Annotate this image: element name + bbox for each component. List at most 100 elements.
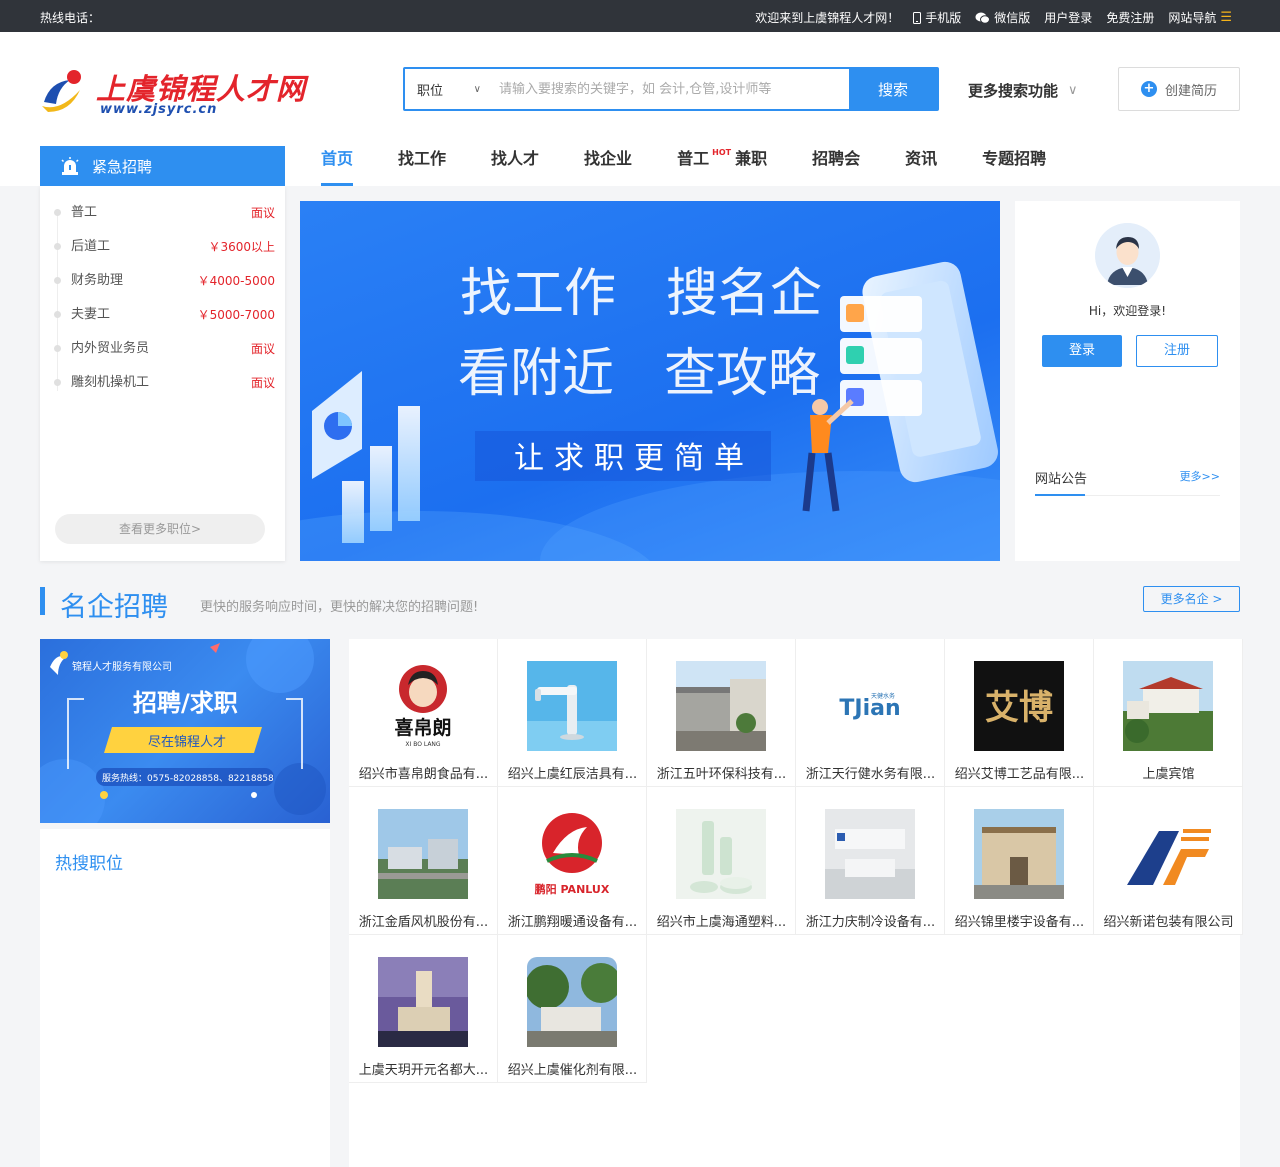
more-jobs-button[interactable]: 查看更多职位> — [55, 514, 265, 544]
company-card[interactable]: 喜帛朗 XI BO LANG 绍兴市喜帛朗食品有... — [349, 639, 498, 787]
nav-label: 找企业 — [584, 149, 633, 168]
notice-tab[interactable]: 网站公告 — [1035, 468, 1087, 487]
company-name: 绍兴上虞红辰洁具有... — [507, 767, 638, 782]
company-card[interactable]: TJian 天健水务 浙江天行健水务有限... — [796, 639, 945, 787]
nav-label: 首页 — [321, 149, 354, 168]
company-name: 绍兴市上虞海通塑料... — [656, 915, 787, 930]
chevron-down-icon: ∨ — [473, 83, 481, 95]
promo-hotline: 服务热线：0575-82028858、82218858 — [102, 772, 274, 784]
nav-item-general-worker[interactable]: 普工 HOT — [658, 144, 733, 186]
logo-subtext: 天健水务 — [871, 692, 895, 700]
urgent-header: 紧急招聘 — [40, 146, 285, 186]
company-logo — [378, 809, 468, 899]
nav-label: 资讯 — [905, 149, 938, 168]
company-logo — [1123, 661, 1213, 751]
notice-more-link[interactable]: 更多>> — [1180, 468, 1220, 484]
company-logo: TJian 天健水务 — [825, 661, 915, 751]
company-name: 上虞宾馆 — [1142, 767, 1195, 782]
company-card[interactable]: 绍兴上虞催化剂有限... — [498, 935, 647, 1083]
login-button[interactable]: 登录 — [1042, 335, 1122, 367]
company-name: 绍兴艾博工艺品有限... — [954, 767, 1085, 782]
company-card[interactable]: 绍兴锦里楼宇设备有... — [945, 787, 1094, 935]
urgent-job-item[interactable]: 内外贸业务员 面议 — [54, 332, 275, 366]
nav-item-news[interactable]: 资讯 — [886, 144, 956, 186]
job-title: 内外贸业务员 — [71, 341, 150, 356]
company-name: 浙江天行健水务有限... — [805, 767, 936, 782]
company-logo — [378, 957, 468, 1047]
urgent-job-list: 普工 面议 后道工 ￥3600以上 财务助理 ￥4000-5000 夫妻工 ￥5000-… — [54, 196, 275, 400]
free-register-link[interactable]: 免费注册 — [1106, 9, 1154, 26]
site-nav-link[interactable]: 网站导航 ☰ — [1168, 9, 1232, 26]
urgent-panel: 普工 面议 后道工 ￥3600以上 财务助理 ￥4000-5000 夫妻工 ￥5000-… — [40, 186, 285, 561]
search-input[interactable] — [493, 69, 849, 109]
company-card[interactable]: 上虞天玥开元名都大... — [349, 935, 498, 1083]
site-logo[interactable]: 上虞锦程人才网 www.zjsyrc.cn — [40, 66, 330, 117]
create-resume-button[interactable]: + 创建简历 — [1118, 67, 1240, 111]
promo-headline: 招聘/求职 — [133, 689, 238, 717]
plus-icon: + — [1140, 81, 1157, 97]
section-subtitle: 更快的服务响应时间，更快的解决您的招聘问题! — [200, 600, 479, 615]
main-nav: 首页 找工作 找人才 找企业 普工 HOT 兼职 招聘会 资讯 专题招聘 — [302, 144, 1072, 186]
user-avatar-icon — [1095, 223, 1160, 288]
nav-item-find-talent[interactable]: 找人才 — [472, 144, 558, 186]
hot-jobs-title: 热搜职位 — [55, 854, 123, 874]
company-name: 绍兴上虞催化剂有限... — [507, 1063, 638, 1078]
company-card[interactable]: 鹏阳 PANLUX 浙江鹏翔暖通设备有... — [498, 787, 647, 935]
company-card[interactable]: 绍兴市上虞海通塑料... — [647, 787, 796, 935]
section-accent — [40, 587, 45, 615]
welcome-text: 欢迎来到上虞锦程人才网！ — [755, 11, 900, 25]
company-card[interactable]: 浙江五叶环保科技有... — [647, 639, 796, 787]
company-card[interactable]: 浙江力庆制冷设备有... — [796, 787, 945, 935]
user-login-link[interactable]: 用户登录 — [1044, 9, 1092, 26]
logo-mark-icon — [42, 70, 81, 112]
hotline-label: 热线电话： — [40, 11, 101, 25]
company-logo — [527, 957, 617, 1047]
company-name: 绍兴市喜帛朗食品有... — [358, 767, 489, 782]
company-grid: 喜帛朗 XI BO LANG 绍兴市喜帛朗食品有... 绍兴上虞红辰洁具有... — [349, 639, 1243, 1167]
nav-item-job-fair[interactable]: 招聘会 — [793, 144, 879, 186]
urgent-job-item[interactable]: 夫妻工 ￥5000-7000 — [54, 298, 275, 332]
search-button[interactable]: 搜索 — [849, 69, 937, 109]
mobile-link[interactable]: 手机版 — [913, 9, 961, 26]
section-title: 名企招聘 — [60, 592, 168, 623]
company-logo — [825, 809, 915, 899]
urgent-job-item[interactable]: 雕刻机操机工 面议 — [54, 366, 275, 400]
banner-illustration: 找工作 搜名企 看附近 查攻略 让求职更简单 — [300, 261, 1000, 561]
top-links: 欢迎来到上虞锦程人才网！ 手机版 微信版 用户登录 免费注册 网站导航 ☰ — [755, 9, 1232, 26]
nav-item-home[interactable]: 首页 — [302, 144, 372, 186]
wechat-link[interactable]: 微信版 — [975, 9, 1030, 26]
more-search-toggle[interactable]: 更多搜索功能 ∨ — [968, 80, 1078, 101]
company-card[interactable]: 上虞宾馆 — [1094, 639, 1243, 787]
job-title: 夫妻工 — [71, 307, 111, 322]
nav-item-find-job[interactable]: 找工作 — [379, 144, 465, 186]
more-companies-button[interactable]: 更多名企 > — [1143, 586, 1240, 612]
search-bar: 职位 ∨ 搜索 — [403, 67, 939, 111]
nav-item-special-recruit[interactable]: 专题招聘 — [963, 144, 1065, 186]
company-name: 绍兴新诺包装有限公司 — [1103, 915, 1234, 930]
company-card[interactable]: 艾博 绍兴艾博工艺品有限... — [945, 639, 1094, 787]
urgent-job-item[interactable]: 后道工 ￥3600以上 — [54, 230, 275, 264]
wechat-icon — [975, 12, 991, 24]
hero-banner[interactable]: 找工作 搜名企 看附近 查攻略 让求职更简单 — [300, 201, 1000, 561]
company-card[interactable]: 绍兴上虞红辰洁具有... — [498, 639, 647, 787]
urgent-job-item[interactable]: 财务助理 ￥4000-5000 — [54, 264, 275, 298]
company-name: 绍兴锦里楼宇设备有... — [954, 915, 1085, 930]
promo-banner[interactable]: 锦程人才服务有限公司 招聘/求职 尽在锦程人才 服务热线：0575-820288… — [40, 639, 330, 823]
nav-label: 专题招聘 — [982, 149, 1047, 168]
nav-item-part-time[interactable]: 兼职 — [735, 144, 786, 186]
company-logo: 喜帛朗 XI BO LANG — [378, 661, 468, 751]
search-category-select[interactable]: 职位 ∨ — [405, 69, 493, 109]
company-card[interactable]: 浙江金盾风机股份有... — [349, 787, 498, 935]
job-salary: 面议 — [250, 376, 275, 390]
job-title: 财务助理 — [71, 273, 124, 288]
login-box: Hi，欢迎登录! 登录 注册 网站公告 更多>> — [1015, 201, 1240, 561]
company-logo: 鹏阳 PANLUX — [527, 809, 617, 899]
company-card[interactable]: 绍兴新诺包装有限公司 — [1094, 787, 1243, 935]
promo-tag: 尽在锦程人才 — [148, 735, 226, 750]
register-button[interactable]: 注册 — [1136, 335, 1218, 367]
company-name: 上虞天玥开元名都大... — [358, 1063, 489, 1078]
nav-item-find-company[interactable]: 找企业 — [565, 144, 651, 186]
menu-icon: ☰ — [1220, 10, 1232, 25]
wechat-label: 微信版 — [994, 11, 1031, 25]
urgent-job-item[interactable]: 普工 面议 — [54, 196, 275, 230]
